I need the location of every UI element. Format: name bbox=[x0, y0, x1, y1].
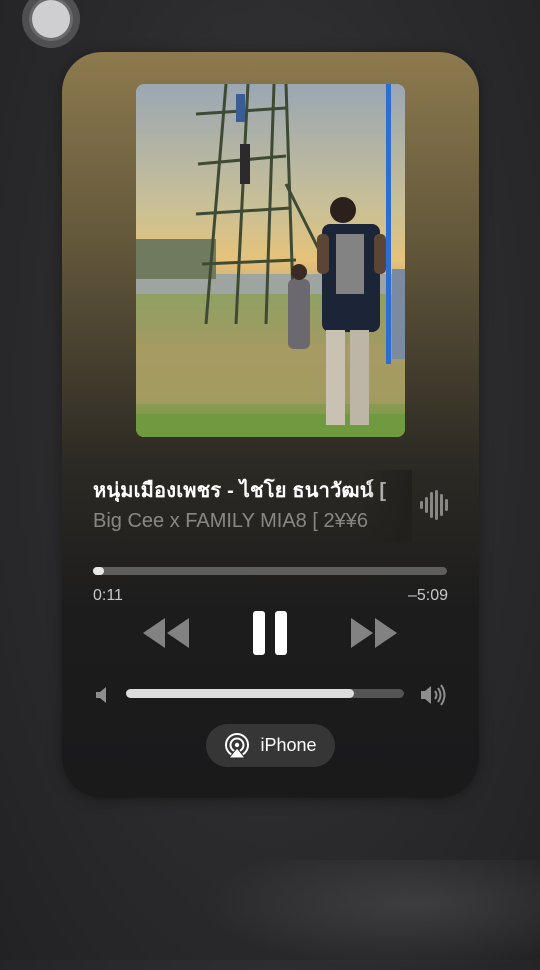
time-remaining: –5:09 bbox=[407, 587, 448, 604]
text-fade bbox=[362, 470, 412, 542]
forward-icon bbox=[351, 618, 397, 648]
speaker-low-icon bbox=[96, 687, 106, 703]
speaker-high-icon bbox=[421, 684, 446, 706]
airplay-audio-icon bbox=[225, 732, 250, 758]
backward-icon bbox=[143, 618, 189, 648]
now-playing-card: หนุ่มเมืองเพชร - ไชโย ธนาวัฒน์ [ Big Cee… bbox=[62, 52, 479, 798]
album-artwork bbox=[136, 84, 405, 437]
progress-scrubber[interactable] bbox=[93, 567, 447, 575]
volume-fill bbox=[126, 689, 354, 698]
pause-button[interactable] bbox=[250, 609, 290, 657]
progress-fill bbox=[93, 567, 104, 575]
song-artist: Big Cee x FAMILY MIA8 [ 2¥¥6 bbox=[93, 510, 368, 532]
song-title-row: หนุ่มเมืองเพชร - ไชโย ธนาวัฒน์ [ bbox=[93, 474, 393, 502]
time-elapsed: 0:11 bbox=[93, 587, 123, 604]
pause-icon bbox=[253, 611, 287, 655]
rewind-button[interactable] bbox=[141, 616, 191, 650]
audio-output-button[interactable]: iPhone bbox=[206, 724, 335, 767]
forward-button[interactable] bbox=[349, 616, 399, 650]
song-artist-row: Big Cee x FAMILY MIA8 [ 2¥¥6 bbox=[93, 510, 403, 538]
audio-output-label: iPhone bbox=[260, 735, 317, 755]
song-title: หนุ่มเมืองเพชร - ไชโย ธนาวัฒน์ [ bbox=[93, 480, 387, 502]
assistive-touch-button[interactable] bbox=[22, 0, 80, 48]
background-glow bbox=[200, 860, 540, 970]
waveform-icon bbox=[420, 490, 448, 520]
volume-slider[interactable] bbox=[126, 689, 404, 698]
assistive-touch-icon bbox=[32, 0, 70, 38]
